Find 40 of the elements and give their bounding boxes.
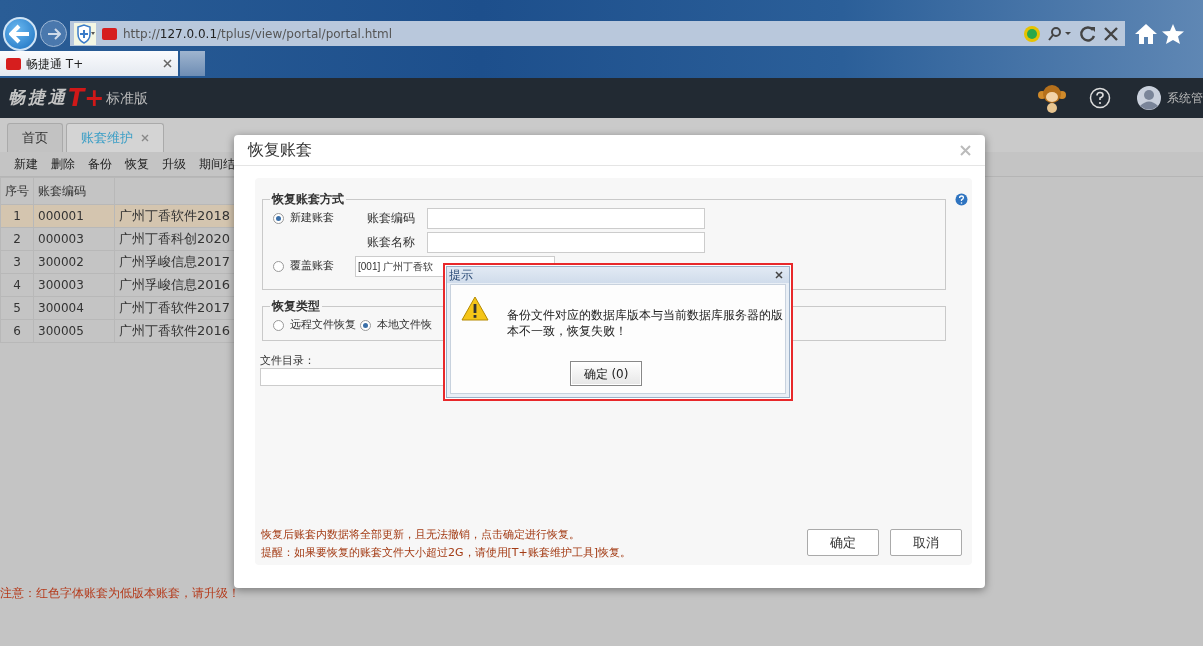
table-cell: 广州丁香软件2017: [119, 300, 231, 316]
table-cell: 1: [13, 209, 21, 223]
alert-title: 提示: [449, 267, 473, 284]
table-cell: 广州孚峻信息2016: [119, 277, 231, 293]
table-cell: 300002: [38, 255, 84, 269]
table-cell: 300003: [38, 278, 84, 292]
table-cell: 300005: [38, 324, 84, 338]
table-cell: 广州丁香软件2018: [119, 208, 231, 224]
table-cell: 000001: [38, 209, 84, 223]
option-label: 本地文件恢: [377, 317, 432, 334]
tab-title: 畅捷通 T+: [26, 55, 85, 73]
table-cell: 4: [13, 278, 21, 292]
table-cell: 广州丁香软件2016: [119, 323, 231, 339]
option-label: 新建账套: [290, 210, 334, 227]
option-label: 远程文件恢复: [290, 317, 356, 334]
alert-message: 备份文件对应的数据库版本与当前数据库服务器的版本不一致，恢复失败！: [507, 307, 784, 339]
group-legend: 恢复类型: [270, 299, 322, 314]
edition-label: 标准版: [106, 88, 149, 108]
dialog-title: 恢复账套: [248, 139, 312, 161]
directory-label: 文件目录：: [260, 353, 315, 369]
table-cell: 000003: [38, 232, 84, 246]
table-cell: 3: [13, 255, 21, 269]
notice-text: 注意：红色字体账套为低版本账套，请升级！: [0, 585, 240, 602]
logo-mark: T+: [68, 86, 105, 110]
table-cell: 5: [13, 301, 21, 315]
warning-note: 提醒：如果要恢复的账套文件大小超过2G，请使用[T+账套维护工具]恢复。: [261, 545, 632, 561]
table-cell: 广州丁香科创2020: [119, 231, 231, 247]
table-cell: 2: [13, 232, 21, 246]
field-label: 账套名称: [367, 234, 416, 252]
table-cell: 300004: [38, 301, 84, 315]
table-cell: 广州孚峻信息2017: [119, 254, 231, 270]
warning-note: 恢复后账套内数据将全部更新，且无法撤销，点击确定进行恢复。: [261, 527, 581, 543]
url-text: http://127.0.0.1/tplus/view/portal/portal.html: [123, 25, 393, 43]
logo-text: 畅捷通: [8, 86, 68, 110]
field-label: 账套编码: [367, 210, 416, 228]
group-legend: 恢复账套方式: [270, 192, 346, 207]
option-label: 覆盖账套: [290, 258, 334, 275]
column-header: 序号: [0, 177, 34, 205]
column-header: 账套编码: [33, 177, 115, 205]
table-cell: 6: [13, 324, 21, 338]
